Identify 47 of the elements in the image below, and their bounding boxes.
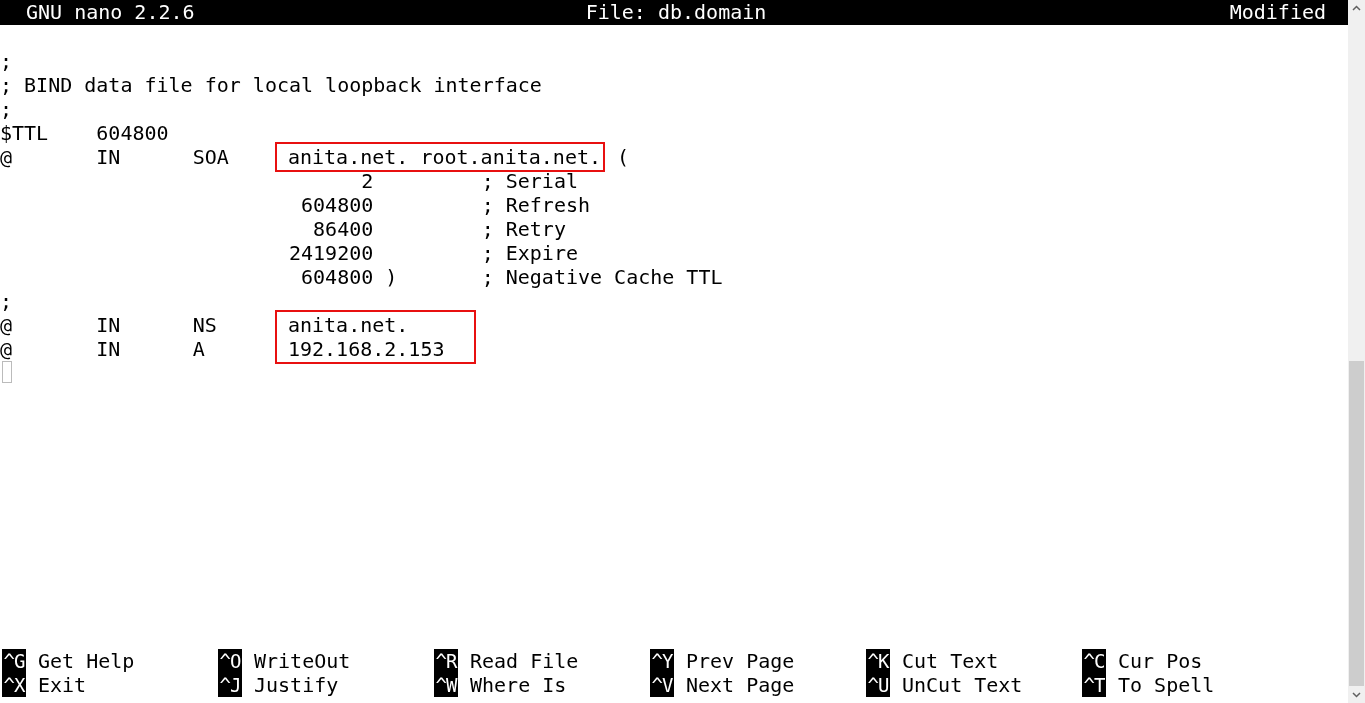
code-line: ; — [0, 97, 14, 121]
shortcut-key: ^W — [434, 673, 458, 697]
shortcut-label: Exit — [38, 673, 87, 697]
code-line: 2419200 ; Expire — [288, 241, 579, 265]
shortcut-label: Justify — [254, 673, 339, 697]
shortcut-key: ^C — [1082, 649, 1106, 673]
shortcut-key: ^V — [650, 673, 674, 697]
shortcut-label: Next Page — [686, 673, 795, 697]
code-value: anita.net. — [287, 313, 410, 337]
shortcut-label: Where Is — [470, 673, 567, 697]
code-line: 604800 ; Refresh — [300, 193, 591, 217]
shortcut-key: ^U — [866, 673, 890, 697]
shortcut-label: Cut Text — [902, 649, 999, 673]
shortcut-label: WriteOut — [254, 649, 351, 673]
file-name: File: db.domain — [585, 0, 767, 25]
code-line: ; — [0, 289, 14, 313]
scroll-thumb[interactable] — [1349, 361, 1364, 686]
code-line: 604800 ) ; Negative Cache TTL — [300, 265, 724, 289]
shortcut-label: Cur Pos — [1118, 649, 1203, 673]
shortcut-key: ^T — [1082, 673, 1106, 697]
shortcut-key: ^J — [218, 673, 242, 697]
shortcut-key: ^G — [2, 649, 26, 673]
shortcut-label: Prev Page — [686, 649, 795, 673]
text-cursor — [2, 361, 12, 383]
code-line: @ IN NS — [0, 313, 218, 337]
shortcut-key: ^O — [218, 649, 242, 673]
code-line: @ IN A — [0, 337, 206, 361]
code-value: anita.net. root.anita.net. — [287, 145, 602, 169]
scrollbar[interactable] — [1348, 0, 1365, 703]
app-version: GNU nano 2.2.6 — [26, 0, 195, 25]
shortcut-label: UnCut Text — [902, 673, 1023, 697]
shortcut-key: ^R — [434, 649, 458, 673]
modified-status: Modified — [1229, 0, 1326, 25]
code-value: 192.168.2.153 — [287, 337, 446, 361]
shortcut-key: ^Y — [650, 649, 674, 673]
code-line: 86400 ; Retry — [312, 217, 567, 241]
code-text: ( — [616, 145, 630, 169]
code-line: @ IN SOA — [0, 145, 230, 169]
code-line: $TTL 604800 — [0, 121, 170, 145]
shortcut-key: ^K — [866, 649, 890, 673]
shortcut-key: ^X — [2, 673, 26, 697]
shortcut-label: Get Help — [38, 649, 135, 673]
code-line: ; BIND data file for local loopback interface — [0, 73, 543, 97]
shortcut-label: Read File — [470, 649, 579, 673]
shortcut-label: To Spell — [1118, 673, 1215, 697]
code-line: ; — [0, 49, 14, 73]
code-line: 2 ; Serial — [360, 169, 579, 193]
